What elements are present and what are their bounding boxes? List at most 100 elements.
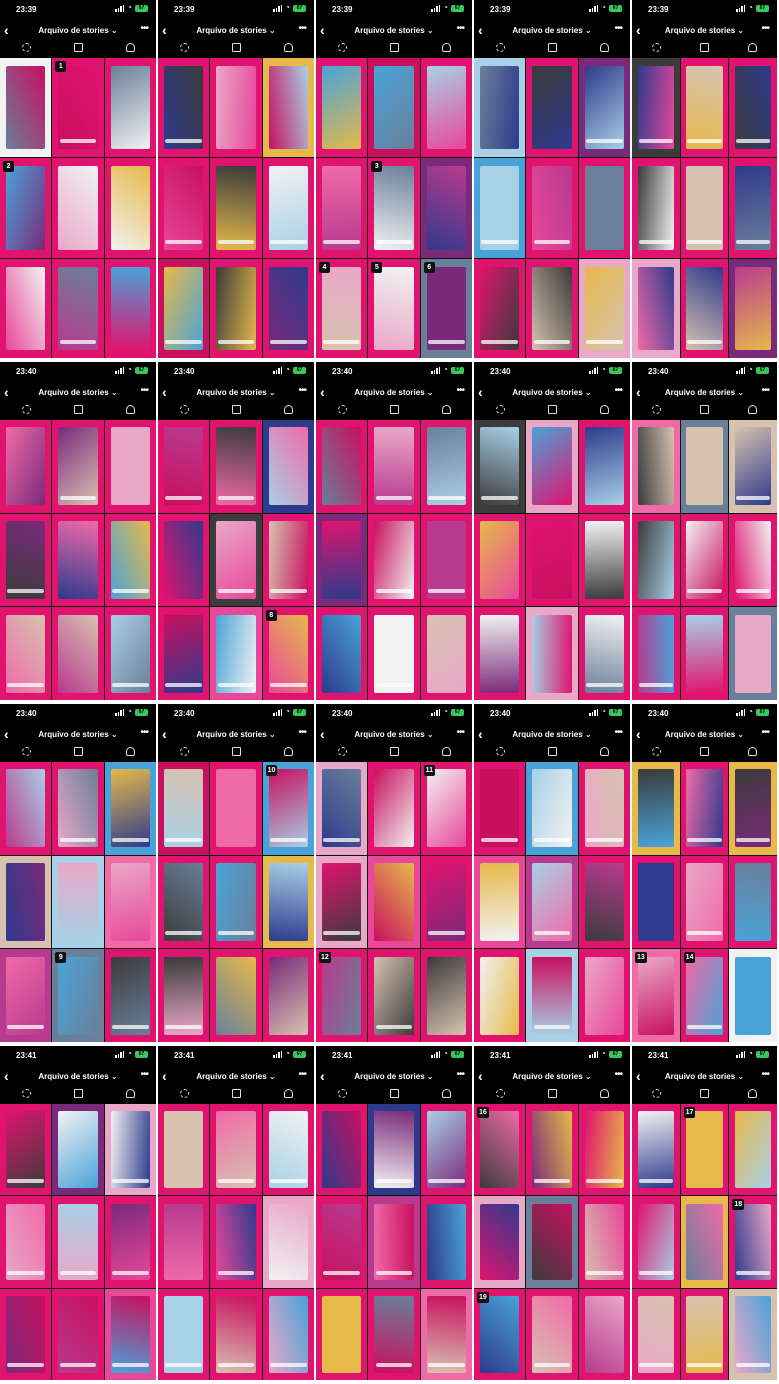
calendar-icon[interactable] bbox=[231, 404, 241, 414]
story-thumbnail[interactable] bbox=[158, 607, 210, 700]
story-thumbnail[interactable] bbox=[526, 762, 578, 855]
story-thumbnail[interactable] bbox=[158, 855, 210, 949]
highlights-icon[interactable] bbox=[337, 1088, 347, 1098]
more-icon[interactable]: ••• bbox=[761, 385, 769, 396]
more-icon[interactable]: ••• bbox=[456, 385, 464, 396]
page-title[interactable]: Arquivo de stories ⌄ bbox=[316, 26, 472, 35]
story-thumbnail[interactable] bbox=[526, 58, 578, 158]
page-title[interactable]: Arquivo de stories ⌄ bbox=[158, 730, 314, 739]
story-thumbnail[interactable] bbox=[0, 420, 52, 513]
more-icon[interactable]: ••• bbox=[614, 23, 622, 34]
page-title[interactable]: Arquivo de stories ⌄ bbox=[316, 388, 472, 397]
calendar-icon[interactable] bbox=[389, 42, 399, 52]
story-thumbnail[interactable] bbox=[316, 762, 368, 855]
story-thumbnail[interactable] bbox=[578, 607, 630, 700]
calendar-icon[interactable] bbox=[699, 1088, 709, 1098]
story-thumbnail[interactable] bbox=[526, 1104, 578, 1196]
calendar-icon[interactable] bbox=[547, 42, 557, 52]
story-thumbnail[interactable] bbox=[210, 855, 262, 949]
story-thumbnail[interactable] bbox=[420, 1196, 472, 1288]
highlights-icon[interactable] bbox=[21, 1088, 31, 1098]
highlights-icon[interactable] bbox=[495, 404, 505, 414]
calendar-icon[interactable] bbox=[699, 746, 709, 756]
calendar-icon[interactable] bbox=[389, 746, 399, 756]
page-title[interactable]: Arquivo de stories ⌄ bbox=[474, 730, 630, 739]
story-thumbnail[interactable] bbox=[368, 1288, 420, 1380]
page-title[interactable]: Arquivo de stories ⌄ bbox=[632, 1072, 777, 1081]
profile-icon[interactable] bbox=[748, 404, 758, 414]
story-thumbnail[interactable] bbox=[632, 420, 680, 513]
story-thumbnail[interactable] bbox=[632, 1104, 680, 1196]
more-icon[interactable]: ••• bbox=[614, 727, 622, 738]
story-thumbnail[interactable] bbox=[526, 1288, 578, 1380]
profile-icon[interactable] bbox=[748, 42, 758, 52]
story-thumbnail[interactable] bbox=[316, 1288, 368, 1380]
calendar-icon[interactable] bbox=[389, 404, 399, 414]
story-thumbnail[interactable] bbox=[632, 58, 680, 158]
story-thumbnail[interactable] bbox=[262, 949, 314, 1042]
story-thumbnail[interactable] bbox=[316, 1104, 368, 1196]
story-thumbnail[interactable] bbox=[316, 1196, 368, 1288]
story-thumbnail[interactable] bbox=[680, 607, 729, 700]
story-thumbnail[interactable] bbox=[104, 949, 156, 1042]
story-thumbnail[interactable] bbox=[262, 855, 314, 949]
story-thumbnail[interactable] bbox=[632, 607, 680, 700]
story-thumbnail[interactable] bbox=[526, 855, 578, 949]
story-thumbnail[interactable] bbox=[474, 1196, 526, 1288]
story-thumbnail[interactable] bbox=[632, 158, 680, 258]
story-thumbnail[interactable] bbox=[680, 420, 729, 513]
page-title[interactable]: Arquivo de stories ⌄ bbox=[474, 388, 630, 397]
profile-icon[interactable] bbox=[441, 1088, 451, 1098]
highlights-icon[interactable] bbox=[337, 42, 347, 52]
story-thumbnail[interactable] bbox=[578, 158, 630, 258]
story-thumbnail[interactable] bbox=[104, 855, 156, 949]
story-thumbnail[interactable] bbox=[158, 949, 210, 1042]
story-thumbnail[interactable] bbox=[104, 158, 156, 258]
story-thumbnail[interactable] bbox=[680, 258, 729, 358]
story-thumbnail[interactable]: 17 bbox=[680, 1104, 729, 1196]
story-thumbnail[interactable] bbox=[474, 513, 526, 607]
story-thumbnail[interactable]: 9 bbox=[52, 949, 104, 1042]
story-thumbnail[interactable] bbox=[0, 607, 52, 700]
profile-icon[interactable] bbox=[125, 746, 135, 756]
story-thumbnail[interactable] bbox=[729, 258, 777, 358]
story-thumbnail[interactable] bbox=[158, 762, 210, 855]
calendar-icon[interactable] bbox=[231, 746, 241, 756]
story-thumbnail[interactable] bbox=[729, 607, 777, 700]
story-thumbnail[interactable] bbox=[474, 855, 526, 949]
story-thumbnail[interactable]: 19 bbox=[474, 1288, 526, 1380]
story-thumbnail[interactable] bbox=[104, 420, 156, 513]
story-thumbnail[interactable] bbox=[210, 1288, 262, 1380]
page-title[interactable]: Arquivo de stories ⌄ bbox=[0, 730, 156, 739]
story-thumbnail[interactable] bbox=[368, 420, 420, 513]
more-icon[interactable]: ••• bbox=[614, 385, 622, 396]
story-thumbnail[interactable]: 3 bbox=[368, 158, 420, 258]
story-thumbnail[interactable] bbox=[632, 513, 680, 607]
calendar-icon[interactable] bbox=[699, 42, 709, 52]
page-title[interactable]: Arquivo de stories ⌄ bbox=[632, 26, 777, 35]
story-thumbnail[interactable] bbox=[210, 1104, 262, 1196]
story-thumbnail[interactable] bbox=[680, 58, 729, 158]
story-thumbnail[interactable] bbox=[680, 1196, 729, 1288]
profile-icon[interactable] bbox=[283, 42, 293, 52]
story-thumbnail[interactable] bbox=[210, 258, 262, 358]
page-title[interactable]: Arquivo de stories ⌄ bbox=[316, 730, 472, 739]
story-thumbnail[interactable] bbox=[104, 1288, 156, 1380]
story-thumbnail[interactable] bbox=[0, 1288, 52, 1380]
page-title[interactable]: Arquivo de stories ⌄ bbox=[632, 388, 777, 397]
story-thumbnail[interactable] bbox=[210, 420, 262, 513]
page-title[interactable]: Arquivo de stories ⌄ bbox=[0, 1072, 156, 1081]
story-thumbnail[interactable] bbox=[474, 607, 526, 700]
calendar-icon[interactable] bbox=[547, 404, 557, 414]
story-thumbnail[interactable] bbox=[316, 420, 368, 513]
calendar-icon[interactable] bbox=[547, 746, 557, 756]
story-thumbnail[interactable] bbox=[262, 1288, 314, 1380]
more-icon[interactable]: ••• bbox=[298, 1069, 306, 1080]
story-thumbnail[interactable] bbox=[729, 855, 777, 949]
story-thumbnail[interactable] bbox=[52, 762, 104, 855]
story-thumbnail[interactable] bbox=[104, 607, 156, 700]
highlights-icon[interactable] bbox=[651, 42, 661, 52]
more-icon[interactable]: ••• bbox=[761, 1069, 769, 1080]
story-thumbnail[interactable] bbox=[368, 1104, 420, 1196]
story-thumbnail[interactable] bbox=[52, 855, 104, 949]
